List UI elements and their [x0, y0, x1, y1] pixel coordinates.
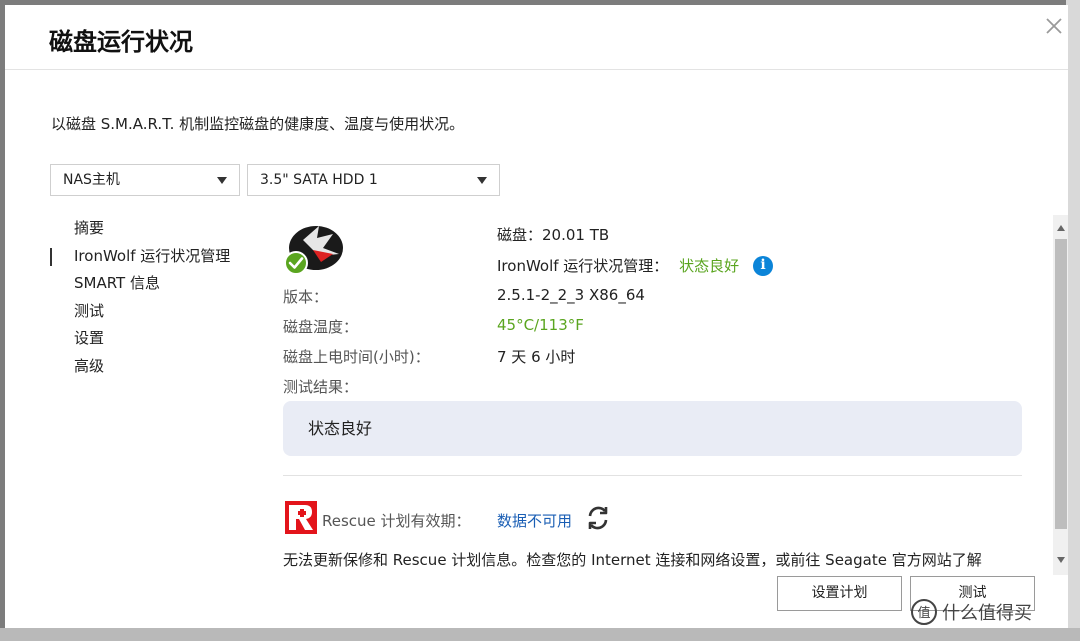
rescue-logo	[285, 501, 317, 534]
nav-item-summary[interactable]: 摘要	[50, 215, 250, 243]
svg-text:什么值得买: 什么值得买	[942, 603, 1032, 624]
power-on-time-label: 磁盘上电时间(小时)：	[283, 348, 430, 366]
scrollbar[interactable]	[1053, 215, 1068, 575]
svg-text:值: 值	[917, 605, 930, 621]
watermark-logo: 值 什么值得买	[911, 599, 1032, 625]
test-result-box: 状态良好	[283, 401, 1022, 456]
host-select-value: NAS主机	[63, 172, 120, 188]
power-on-time-value: 7 天 6 小时	[497, 348, 576, 366]
ironwolf-health-status: 状态良好	[679, 257, 740, 275]
rescue-plan-note: 无法更新保修和 Rescue 计划信息。检查您的 Internet 连接和网络设…	[283, 551, 982, 569]
disk-select-value: 3.5" SATA HDD 1	[260, 172, 378, 188]
host-select[interactable]: NAS主机	[50, 164, 240, 196]
set-schedule-button[interactable]: 设置计划	[777, 576, 902, 611]
version-value: 2.5.1-2_2_3 X86_64	[497, 286, 645, 304]
nav-item-smart-info[interactable]: SMART 信息	[50, 270, 250, 298]
ironwolf-health-panel: 磁盘：20.01 TB IronWolf 运行状况管理： 状态良好 版本： 2.…	[283, 210, 1023, 569]
scrollbar-thumb[interactable]	[1055, 239, 1067, 529]
nav-item-test[interactable]: 测试	[50, 298, 250, 326]
refresh-icon[interactable]	[585, 503, 611, 533]
scroll-down-arrow-icon[interactable]	[1057, 557, 1065, 563]
dialog-description: 以磁盘 S.M.A.R.T. 机制监控磁盘的健康度、温度与使用状况。	[51, 115, 465, 133]
nav-item-ironwolf[interactable]: IronWolf 运行状况管理	[50, 243, 250, 271]
temperature-label: 磁盘温度：	[283, 318, 359, 336]
side-nav: 摘要 IronWolf 运行状况管理 SMART 信息 测试 设置 高级	[50, 215, 250, 381]
ironwolf-health-label: IronWolf 运行状况管理：	[497, 257, 669, 275]
scroll-up-arrow-icon[interactable]	[1057, 225, 1065, 231]
rescue-plan-link[interactable]: 数据不可用	[497, 510, 572, 531]
nav-item-advanced[interactable]: 高级	[50, 353, 250, 381]
ironwolf-health-row: IronWolf 运行状况管理： 状态良好	[497, 255, 739, 276]
ironwolf-disk-icon	[284, 226, 343, 275]
chevron-down-icon	[217, 177, 227, 184]
backdrop-app-bottom	[0, 628, 1080, 641]
disk-select[interactable]: 3.5" SATA HDD 1	[247, 164, 500, 196]
disk-health-dialog: 磁盘运行状况 以磁盘 S.M.A.R.T. 机制监控磁盘的健康度、温度与使用状况…	[5, 5, 1068, 628]
temperature-value: 45°C/113°F	[497, 316, 584, 334]
disk-capacity: 磁盘：20.01 TB	[497, 226, 610, 244]
chevron-down-icon	[477, 177, 487, 184]
test-result-label: 测试结果：	[283, 378, 359, 396]
dialog-title-bar: 磁盘运行状况	[5, 5, 1068, 70]
close-icon[interactable]	[1043, 15, 1065, 37]
info-icon[interactable]	[753, 256, 773, 276]
backdrop-app-edge	[1066, 0, 1080, 641]
divider	[283, 475, 1022, 476]
dialog-title: 磁盘运行状况	[49, 28, 193, 56]
nav-item-settings[interactable]: 设置	[50, 325, 250, 353]
rescue-plan-label: Rescue 计划有效期：	[322, 512, 471, 530]
version-label: 版本：	[283, 288, 329, 306]
